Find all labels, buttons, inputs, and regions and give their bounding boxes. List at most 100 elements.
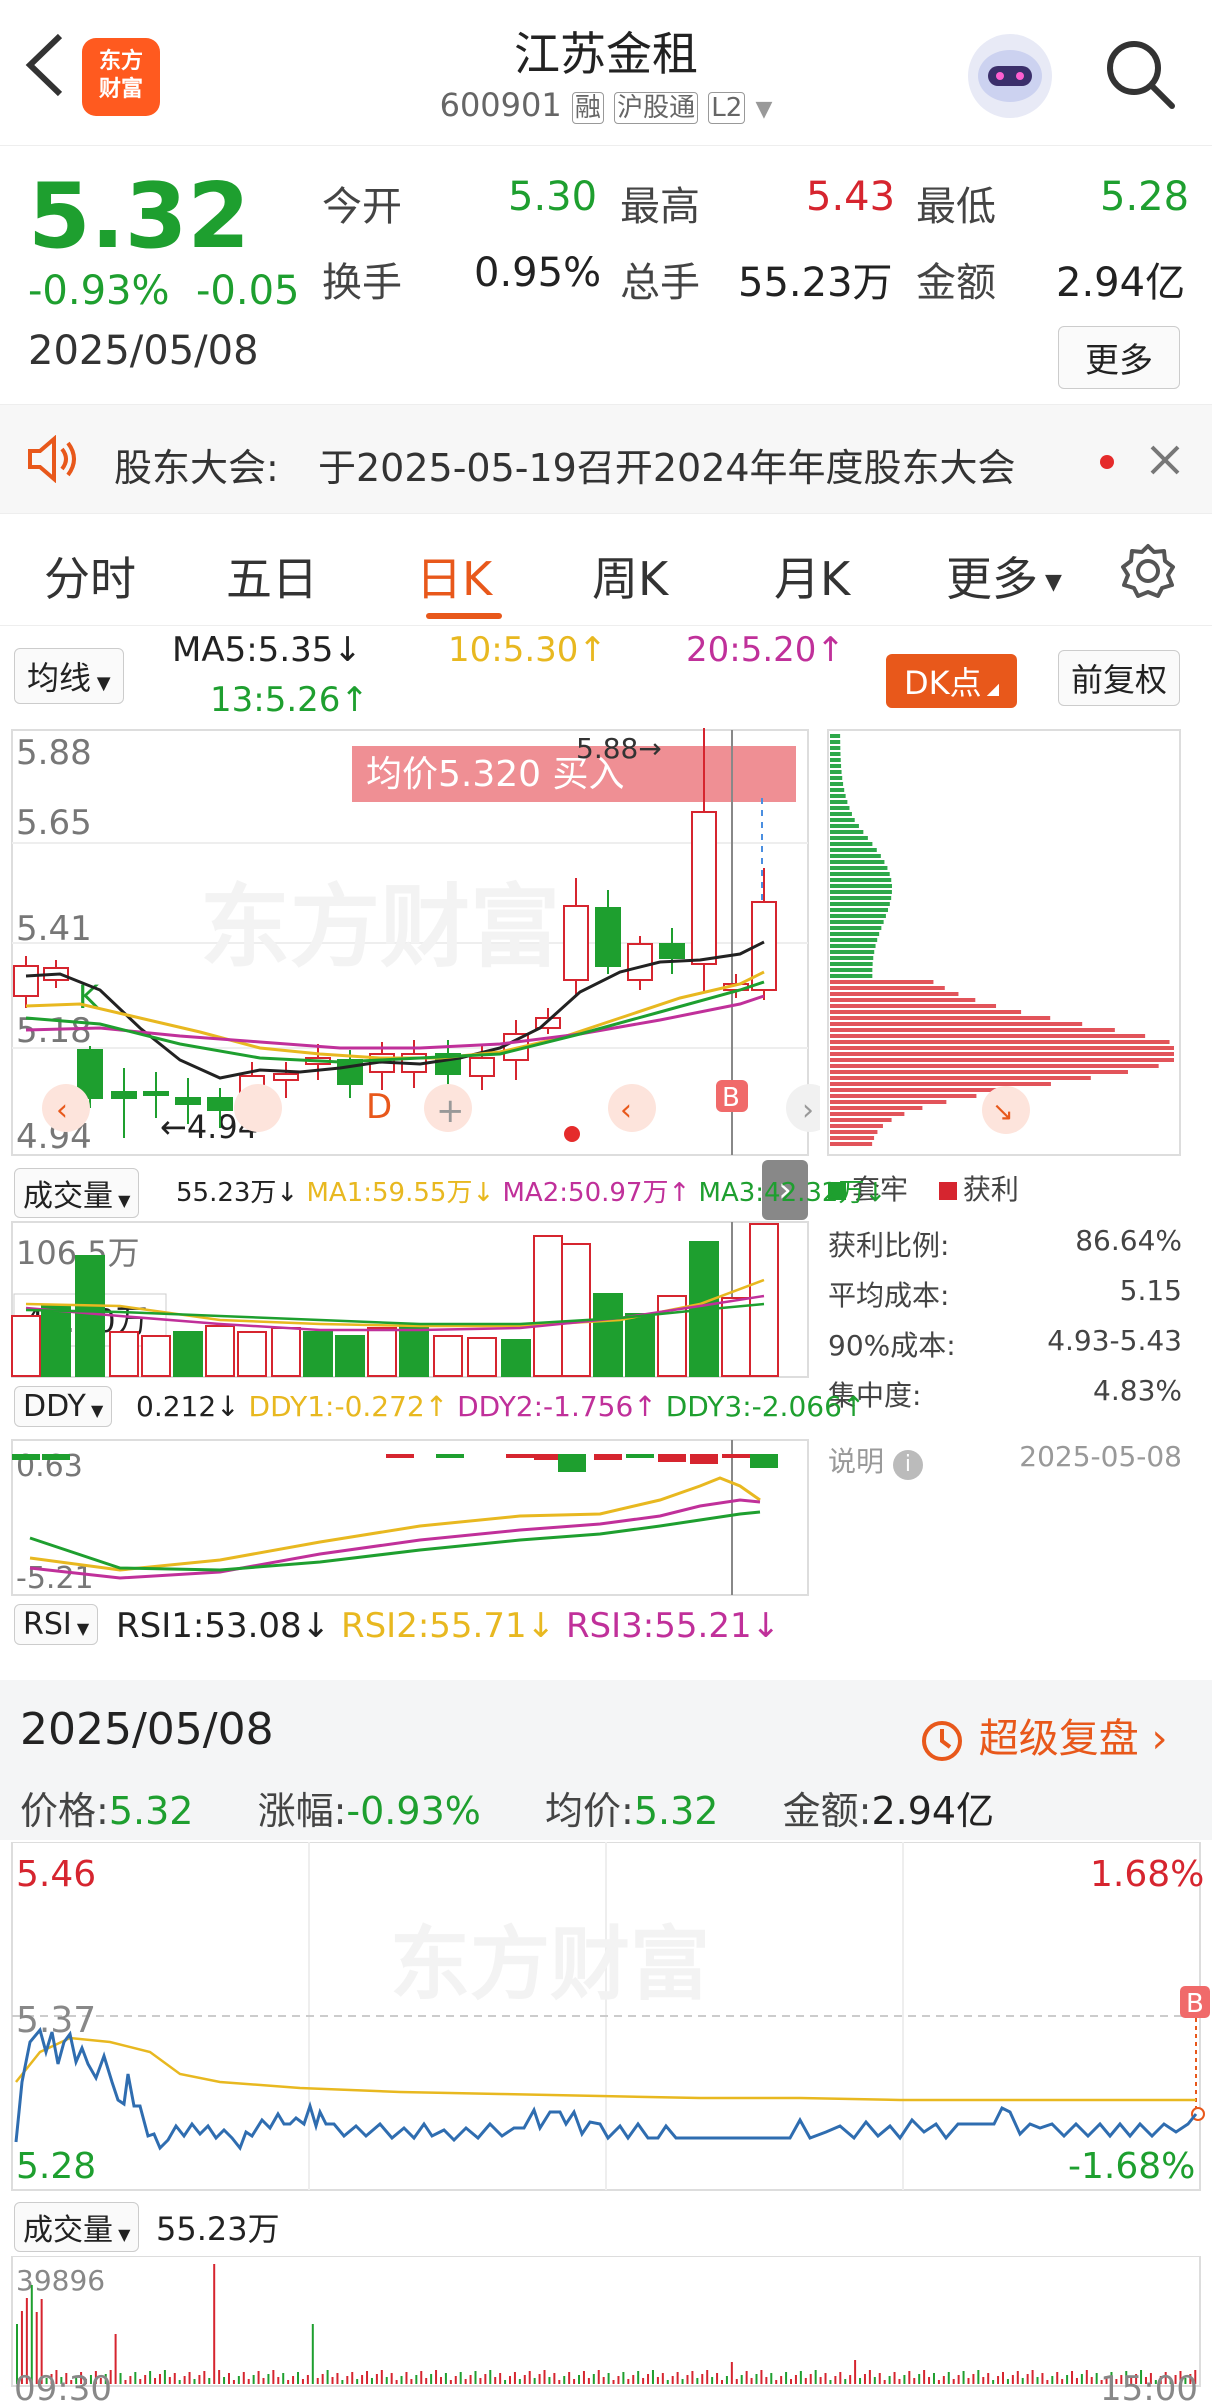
- tab-fenshi[interactable]: 分时: [44, 543, 136, 609]
- intraday-volume-bar: [967, 2378, 970, 2384]
- intraday-volume-bar: [740, 2375, 743, 2384]
- close-icon[interactable]: [1148, 443, 1182, 481]
- intraday-volume-bar: [242, 2372, 245, 2384]
- intraday-top-price: 5.46: [16, 1854, 96, 1895]
- more-button[interactable]: 更多: [1058, 326, 1180, 389]
- intraday-volume-bar: [898, 2379, 901, 2384]
- intraday-volume-chart: 39896 09:30 15:00: [11, 2256, 1201, 2402]
- intraday-stats: 价格:5.32 涨幅:-0.93% 均价:5.32 金额:2.94亿: [20, 1789, 995, 1833]
- fq-button[interactable]: 前复权: [1058, 650, 1181, 706]
- notice-bar[interactable]: 股东大会: 于2025-05-19召开2024年年度股东大会: [0, 404, 1212, 514]
- tab-more[interactable]: 更多 ▼: [946, 543, 1062, 609]
- chevron-down-icon: ▼: [91, 673, 111, 694]
- ddy-chart: 0.63 -5.21: [11, 1439, 809, 1596]
- chip-bar: [830, 872, 890, 876]
- super-replay-button[interactable]: 超级复盘 ›: [918, 1706, 1167, 1765]
- chip-distribution-chart[interactable]: ↘: [826, 728, 1182, 1158]
- intraday-volume-bar: [385, 2377, 388, 2384]
- intraday-volume-bar: [366, 2371, 369, 2384]
- chip-bar: [830, 914, 886, 918]
- intraday-volume-bar: [425, 2378, 428, 2384]
- chip-bar: [830, 884, 892, 888]
- dk-button[interactable]: DK点 ◢: [886, 654, 1018, 708]
- rsi-select-label: RSI: [23, 1607, 72, 1642]
- intraday-price-chart[interactable]: 东方财富 5.46 1.68% 5.37 5.28 -1.68% B: [0, 1842, 1212, 2192]
- intraday-volume-bar: [780, 2376, 783, 2384]
- candle-body: [469, 1057, 495, 1077]
- intraday-volume-bar: [267, 2374, 270, 2384]
- tab-wuri[interactable]: 五日: [226, 543, 318, 609]
- ddy-select[interactable]: DDY ▼: [14, 1386, 113, 1427]
- high-price-mark: 5.88→: [576, 732, 662, 765]
- volume-select[interactable]: 成交量 ▼: [14, 1168, 140, 1218]
- intraday-volume-bar: [923, 2370, 926, 2384]
- volume-bar: [11, 1315, 41, 1377]
- intraday-volume-bar: [469, 2375, 472, 2384]
- intraday-volume-bar: [711, 2377, 714, 2384]
- header: 东方 财富 江苏金租 600901 融 沪股通 L2 ▼: [0, 0, 1212, 146]
- intraday-volume-bar: [400, 2376, 403, 2384]
- intraday-volume-bar: [962, 2371, 965, 2384]
- chip-bar: [830, 758, 841, 762]
- tab-rik[interactable]: 日K: [416, 543, 492, 609]
- intraday-volume-bar: [499, 2373, 502, 2384]
- intraday-volume-select[interactable]: 成交量 ▼: [14, 2202, 140, 2252]
- chip-bar: [830, 812, 852, 816]
- intraday-volume-bar: [1002, 2372, 1004, 2384]
- intraday-volume-bar: [513, 2372, 516, 2384]
- settings-gear-icon[interactable]: [1120, 543, 1176, 603]
- chip-bar: [830, 932, 880, 936]
- intraday-volume-bar: [573, 2379, 576, 2384]
- intraday-volume-bar: [849, 2375, 852, 2384]
- intraday-volume-bar: [144, 2375, 147, 2384]
- volume-bar: [467, 1337, 497, 1377]
- intraday-volume-bar: [297, 2372, 300, 2384]
- intraday-volume-bar: [854, 2360, 857, 2384]
- chip-bar: [830, 1004, 997, 1008]
- intraday-volume-bar: [163, 2370, 166, 2384]
- intraday-volume-bar: [987, 2373, 990, 2384]
- intraday-volume-bar: [637, 2371, 640, 2384]
- chevron-down-icon: ▼: [1038, 570, 1062, 595]
- intraday-volume-bar: [972, 2374, 975, 2384]
- chip-bar: [830, 890, 892, 894]
- chip-bar: [830, 794, 846, 798]
- intraday-volume-bar: [804, 2378, 807, 2384]
- chip-note[interactable]: 说明 i 2025-05-08: [828, 1440, 1182, 1480]
- tab-yuek[interactable]: 月K: [774, 543, 850, 609]
- intraday-volume-bar: [725, 2376, 728, 2384]
- intraday-volume-bar: [237, 2376, 240, 2384]
- tab-zhouk[interactable]: 周K: [592, 543, 668, 609]
- intraday-volume-bar: [617, 2376, 620, 2384]
- ma-select[interactable]: 均线 ▼: [14, 648, 124, 704]
- tab-more-label: 更多: [946, 552, 1038, 606]
- candle-body: [595, 907, 621, 967]
- chip-bar: [830, 776, 843, 780]
- intraday-volume-bar: [331, 2377, 334, 2384]
- intraday-volume-bar: [326, 2370, 329, 2384]
- intraday-volume-bar: [208, 2378, 211, 2384]
- intraday-volume-bar: [494, 2377, 497, 2384]
- intraday-volume-bar: [183, 2376, 186, 2384]
- intraday-volume-bar: [158, 2374, 161, 2384]
- svg-text:+: +: [436, 1091, 465, 1131]
- intraday-volume-bar: [592, 2374, 595, 2384]
- intraday-volume-bar: [405, 2372, 408, 2384]
- intraday-volume-bar: [124, 2380, 127, 2384]
- chip-bar: [830, 896, 892, 900]
- chip-row: 平均成本: 5.15: [828, 1274, 1182, 1312]
- intraday-volume-bar: [873, 2377, 876, 2384]
- search-icon[interactable]: [1102, 36, 1178, 116]
- robot-avatar-icon[interactable]: [968, 34, 1052, 118]
- candle-body: [337, 1059, 363, 1085]
- intraday-top-pct: 1.68%: [1090, 1854, 1204, 1895]
- intraday-volume-bar: [794, 2375, 797, 2384]
- intraday-volume-bar: [523, 2375, 526, 2384]
- intraday-volume-bar: [582, 2371, 585, 2384]
- chevron-down-icon: ▼: [113, 2225, 131, 2244]
- kline-chart[interactable]: 东方财富 5.88 5.65 5.41 5.18 4.94 均价5.320 买入…: [0, 728, 820, 1158]
- intraday-volume-bar: [232, 2380, 235, 2384]
- rsi-select[interactable]: RSI ▼: [14, 1604, 99, 1645]
- intraday-volume-bar: [563, 2376, 566, 2384]
- chip-bar: [830, 1028, 1115, 1032]
